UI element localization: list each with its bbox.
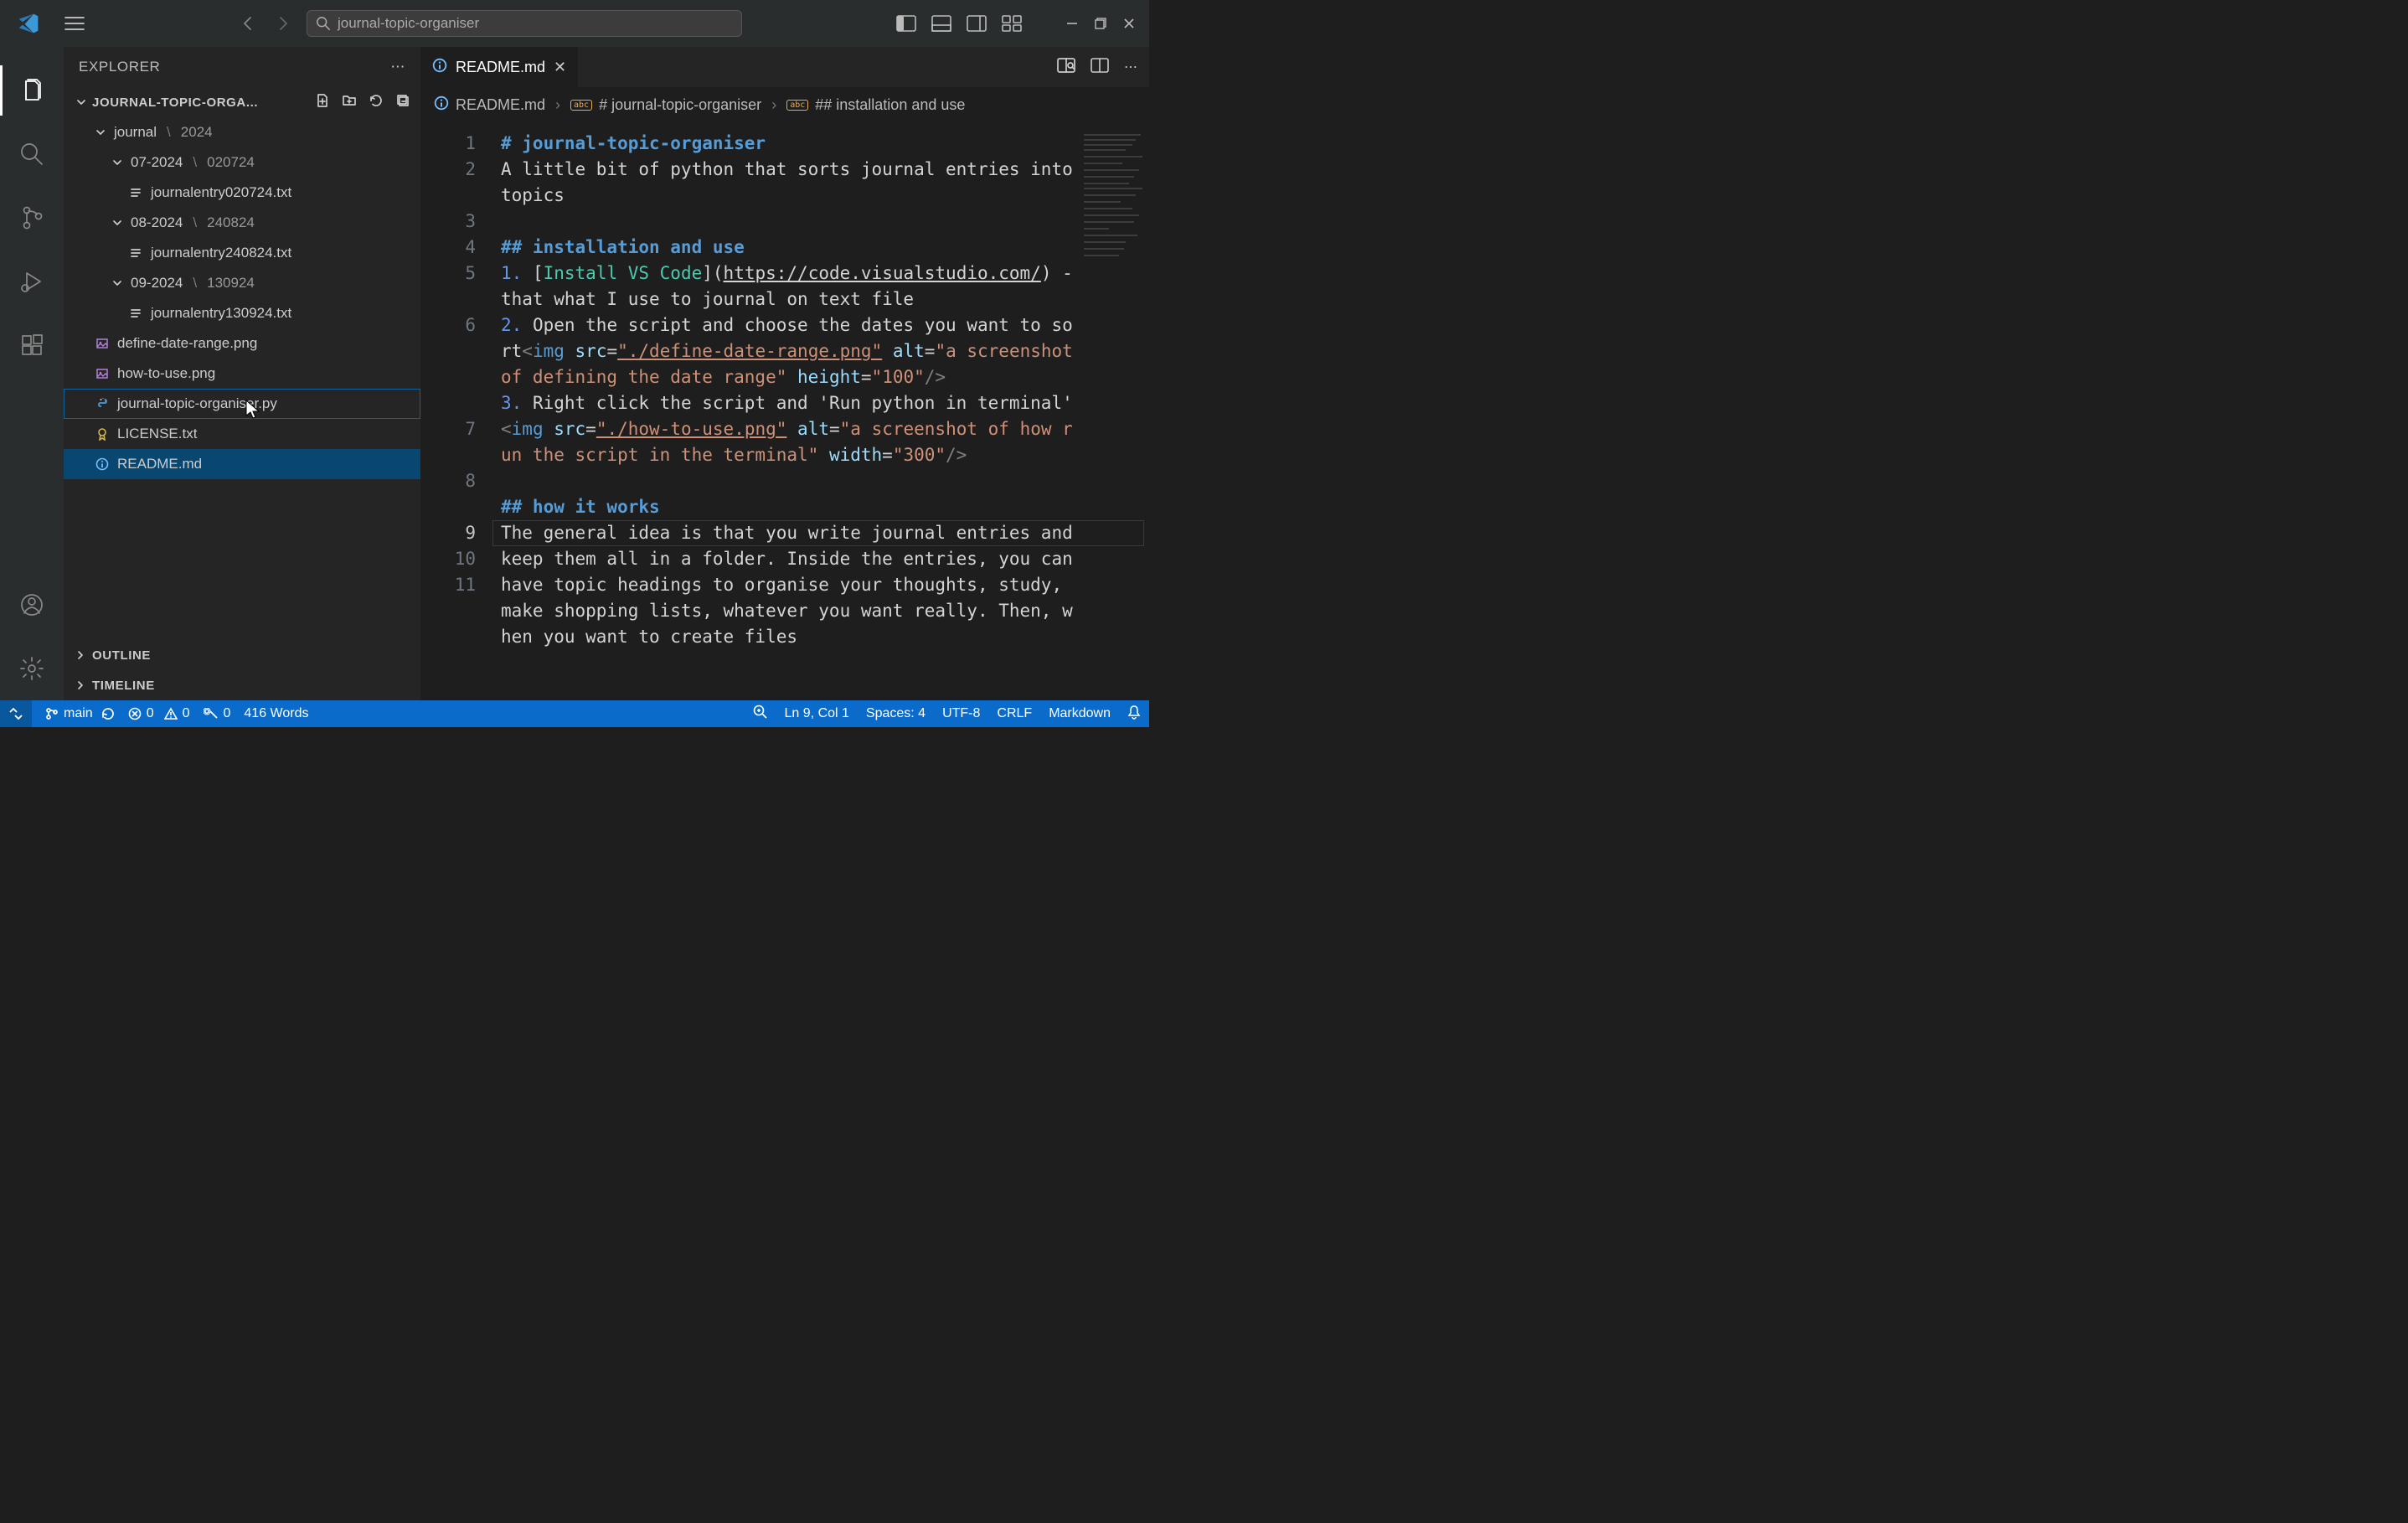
tab-label: README.md [456, 59, 545, 76]
timeline-section[interactable]: TIMELINE [64, 670, 420, 700]
window-restore-icon[interactable] [1094, 17, 1107, 30]
layout-secondary-sidebar-icon[interactable] [967, 15, 987, 32]
minimap[interactable] [1079, 127, 1149, 395]
tree-folder-08[interactable]: 08-2024\240824 [64, 208, 420, 238]
activity-accounts-icon[interactable] [0, 573, 64, 637]
line-gutter: 12 345 6 7 8 91011 [420, 122, 492, 700]
info-file-icon [432, 58, 447, 77]
tree-folder-07[interactable]: 07-2024\020724 [64, 147, 420, 178]
sidebar-more-icon[interactable]: ⋯ [390, 59, 405, 75]
vscode-logo-icon [17, 12, 40, 35]
tree-file-07[interactable]: journalentry020724.txt [64, 178, 420, 208]
window-minimize-icon[interactable] [1065, 17, 1079, 30]
status-ports[interactable]: 0 [204, 706, 231, 721]
remote-indicator[interactable] [0, 700, 32, 727]
tree-folder-09[interactable]: 09-2024\130924 [64, 268, 420, 298]
breadcrumb-h1[interactable]: abc # journal-topic-organiser [570, 96, 761, 114]
breadcrumb-h2[interactable]: abc ## installation and use [786, 96, 965, 114]
project-header[interactable]: JOURNAL-TOPIC-ORGA... [64, 87, 420, 117]
info-file-icon [94, 457, 111, 471]
status-encoding[interactable]: UTF-8 [942, 706, 980, 721]
tab-close-icon[interactable]: ✕ [554, 59, 566, 76]
editor-content[interactable]: # journal-topic-organiser A little bit o… [492, 122, 1149, 700]
status-eol[interactable]: CRLF [997, 706, 1032, 721]
outline-section[interactable]: OUTLINE [64, 640, 420, 670]
refresh-icon[interactable] [369, 93, 384, 111]
info-file-icon [434, 96, 449, 115]
text-file-icon [127, 246, 144, 260]
tree-file-py[interactable]: journal-topic-organiser.py [64, 389, 420, 419]
command-center-search[interactable]: journal-topic-organiser [307, 10, 742, 37]
layout-customize-icon[interactable] [1002, 15, 1022, 32]
status-notifications-icon[interactable] [1127, 705, 1141, 724]
sidebar-title: EXPLORER [79, 59, 160, 75]
tree-folder-journal[interactable]: journal\2024 [64, 117, 420, 147]
nav-forward-icon[interactable] [275, 15, 291, 32]
window-close-icon[interactable] [1122, 17, 1136, 30]
tree-file-png1[interactable]: define-date-range.png [64, 328, 420, 359]
license-file-icon [94, 427, 111, 441]
search-text: journal-topic-organiser [338, 15, 479, 32]
layout-panel-icon[interactable] [931, 15, 951, 32]
split-editor-icon[interactable] [1091, 57, 1109, 78]
text-file-icon [127, 307, 144, 320]
tree-file-08[interactable]: journalentry240824.txt [64, 238, 420, 268]
project-name: JOURNAL-TOPIC-ORGA... [92, 96, 258, 110]
python-file-icon [94, 397, 111, 410]
new-file-icon[interactable] [315, 93, 330, 111]
text-file-icon [127, 186, 144, 199]
status-zoom-icon[interactable] [753, 705, 768, 724]
symbol-string-icon: abc [786, 100, 808, 111]
tree-file-09[interactable]: journalentry130924.txt [64, 298, 420, 328]
new-folder-icon[interactable] [342, 93, 357, 111]
tab-readme[interactable]: README.md ✕ [420, 47, 579, 87]
status-cursor-pos[interactable]: Ln 9, Col 1 [785, 706, 849, 721]
status-problems[interactable]: 0 0 [128, 706, 190, 721]
nav-back-icon[interactable] [240, 15, 256, 32]
status-wordcount[interactable]: 416 Words [244, 706, 308, 721]
activity-source-control-icon[interactable] [0, 186, 64, 250]
tree-file-png2[interactable]: how-to-use.png [64, 359, 420, 389]
status-language[interactable]: Markdown [1049, 706, 1111, 721]
editor-more-icon[interactable]: ⋯ [1124, 59, 1137, 75]
activity-explorer-icon[interactable] [0, 59, 64, 122]
collapse-all-icon[interactable] [395, 93, 410, 111]
activity-search-icon[interactable] [0, 122, 64, 186]
layout-primary-sidebar-icon[interactable] [896, 15, 916, 32]
status-branch[interactable]: main [45, 706, 115, 721]
image-file-icon [94, 337, 111, 350]
symbol-string-icon: abc [570, 100, 592, 111]
image-file-icon [94, 367, 111, 380]
activity-extensions-icon[interactable] [0, 313, 64, 377]
activity-run-debug-icon[interactable] [0, 250, 64, 313]
open-preview-icon[interactable] [1057, 57, 1075, 78]
activity-settings-icon[interactable] [0, 637, 64, 700]
tree-file-license[interactable]: LICENSE.txt [64, 419, 420, 449]
menu-icon[interactable] [64, 15, 85, 32]
status-indentation[interactable]: Spaces: 4 [866, 706, 926, 721]
breadcrumb-file[interactable]: README.md [434, 96, 545, 115]
tree-file-readme[interactable]: README.md [64, 449, 420, 479]
